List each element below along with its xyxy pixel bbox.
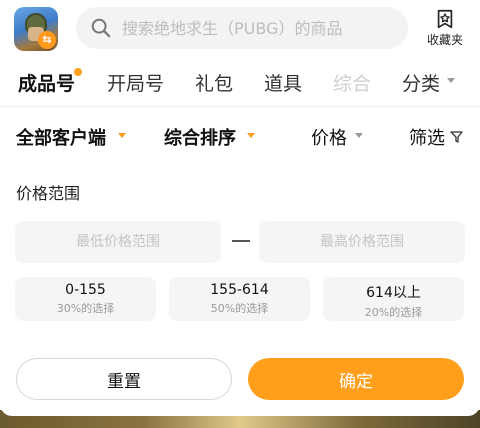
price-option-range: 614以上 <box>366 285 421 301</box>
price-option-share: 20%的选择 <box>364 306 423 319</box>
tab-general[interactable]: 综合 <box>333 69 371 96</box>
category-tabs: 成品号 开局号 礼包 道具 综合 分类 <box>0 58 480 106</box>
chevron-down-icon <box>247 133 255 138</box>
price-range-title: 价格范围 <box>16 184 81 203</box>
tab-starter-account[interactable]: 开局号 <box>107 69 164 96</box>
game-icon[interactable]: ⇆ <box>14 7 58 51</box>
price-option-share: 30%的选择 <box>56 302 115 315</box>
filter-row: 全部客户端 综合排序 价格 筛选 <box>0 108 480 164</box>
star-box-icon <box>437 9 453 29</box>
chevron-down-icon <box>355 133 363 138</box>
search-box[interactable] <box>76 7 408 49</box>
sort-filter[interactable]: 综合排序 <box>164 124 236 150</box>
price-option-high[interactable]: 614以上 20%的选择 <box>323 277 464 321</box>
new-dot <box>74 68 82 76</box>
search-input[interactable] <box>122 18 392 38</box>
max-price-input[interactable] <box>259 221 465 263</box>
price-option-low[interactable]: 0-155 30%的选择 <box>15 277 156 321</box>
sheet-edge <box>0 404 480 416</box>
divider <box>0 106 480 107</box>
price-option-mid[interactable]: 155-614 50%的选择 <box>169 277 310 321</box>
min-price-input[interactable] <box>15 221 221 263</box>
search-icon <box>91 18 111 38</box>
price-option-range: 0-155 <box>65 282 106 298</box>
reset-button[interactable]: 重置 <box>16 358 232 400</box>
favorites-label: 收藏夹 <box>426 33 463 47</box>
range-dash <box>232 240 250 242</box>
chevron-down-icon <box>447 78 455 83</box>
confirm-button[interactable]: 确定 <box>248 358 464 400</box>
tab-finished-account[interactable]: 成品号 <box>18 69 75 96</box>
switch-game-badge[interactable]: ⇆ <box>38 31 56 49</box>
funnel-icon <box>450 131 463 143</box>
tab-gift-pack[interactable]: 礼包 <box>195 69 233 96</box>
chevron-down-icon <box>118 133 126 138</box>
price-option-range: 155-614 <box>210 282 269 298</box>
tab-items[interactable]: 道具 <box>264 69 302 96</box>
screen-filter[interactable]: 筛选 <box>409 124 445 150</box>
price-option-share: 50%的选择 <box>210 302 269 315</box>
client-filter[interactable]: 全部客户端 <box>16 124 106 150</box>
top-bar: ⇆ 收藏夹 <box>0 0 480 58</box>
tab-category[interactable]: 分类 <box>402 69 440 96</box>
price-filter[interactable]: 价格 <box>311 124 347 150</box>
favorites-button[interactable]: 收藏夹 <box>422 6 468 52</box>
